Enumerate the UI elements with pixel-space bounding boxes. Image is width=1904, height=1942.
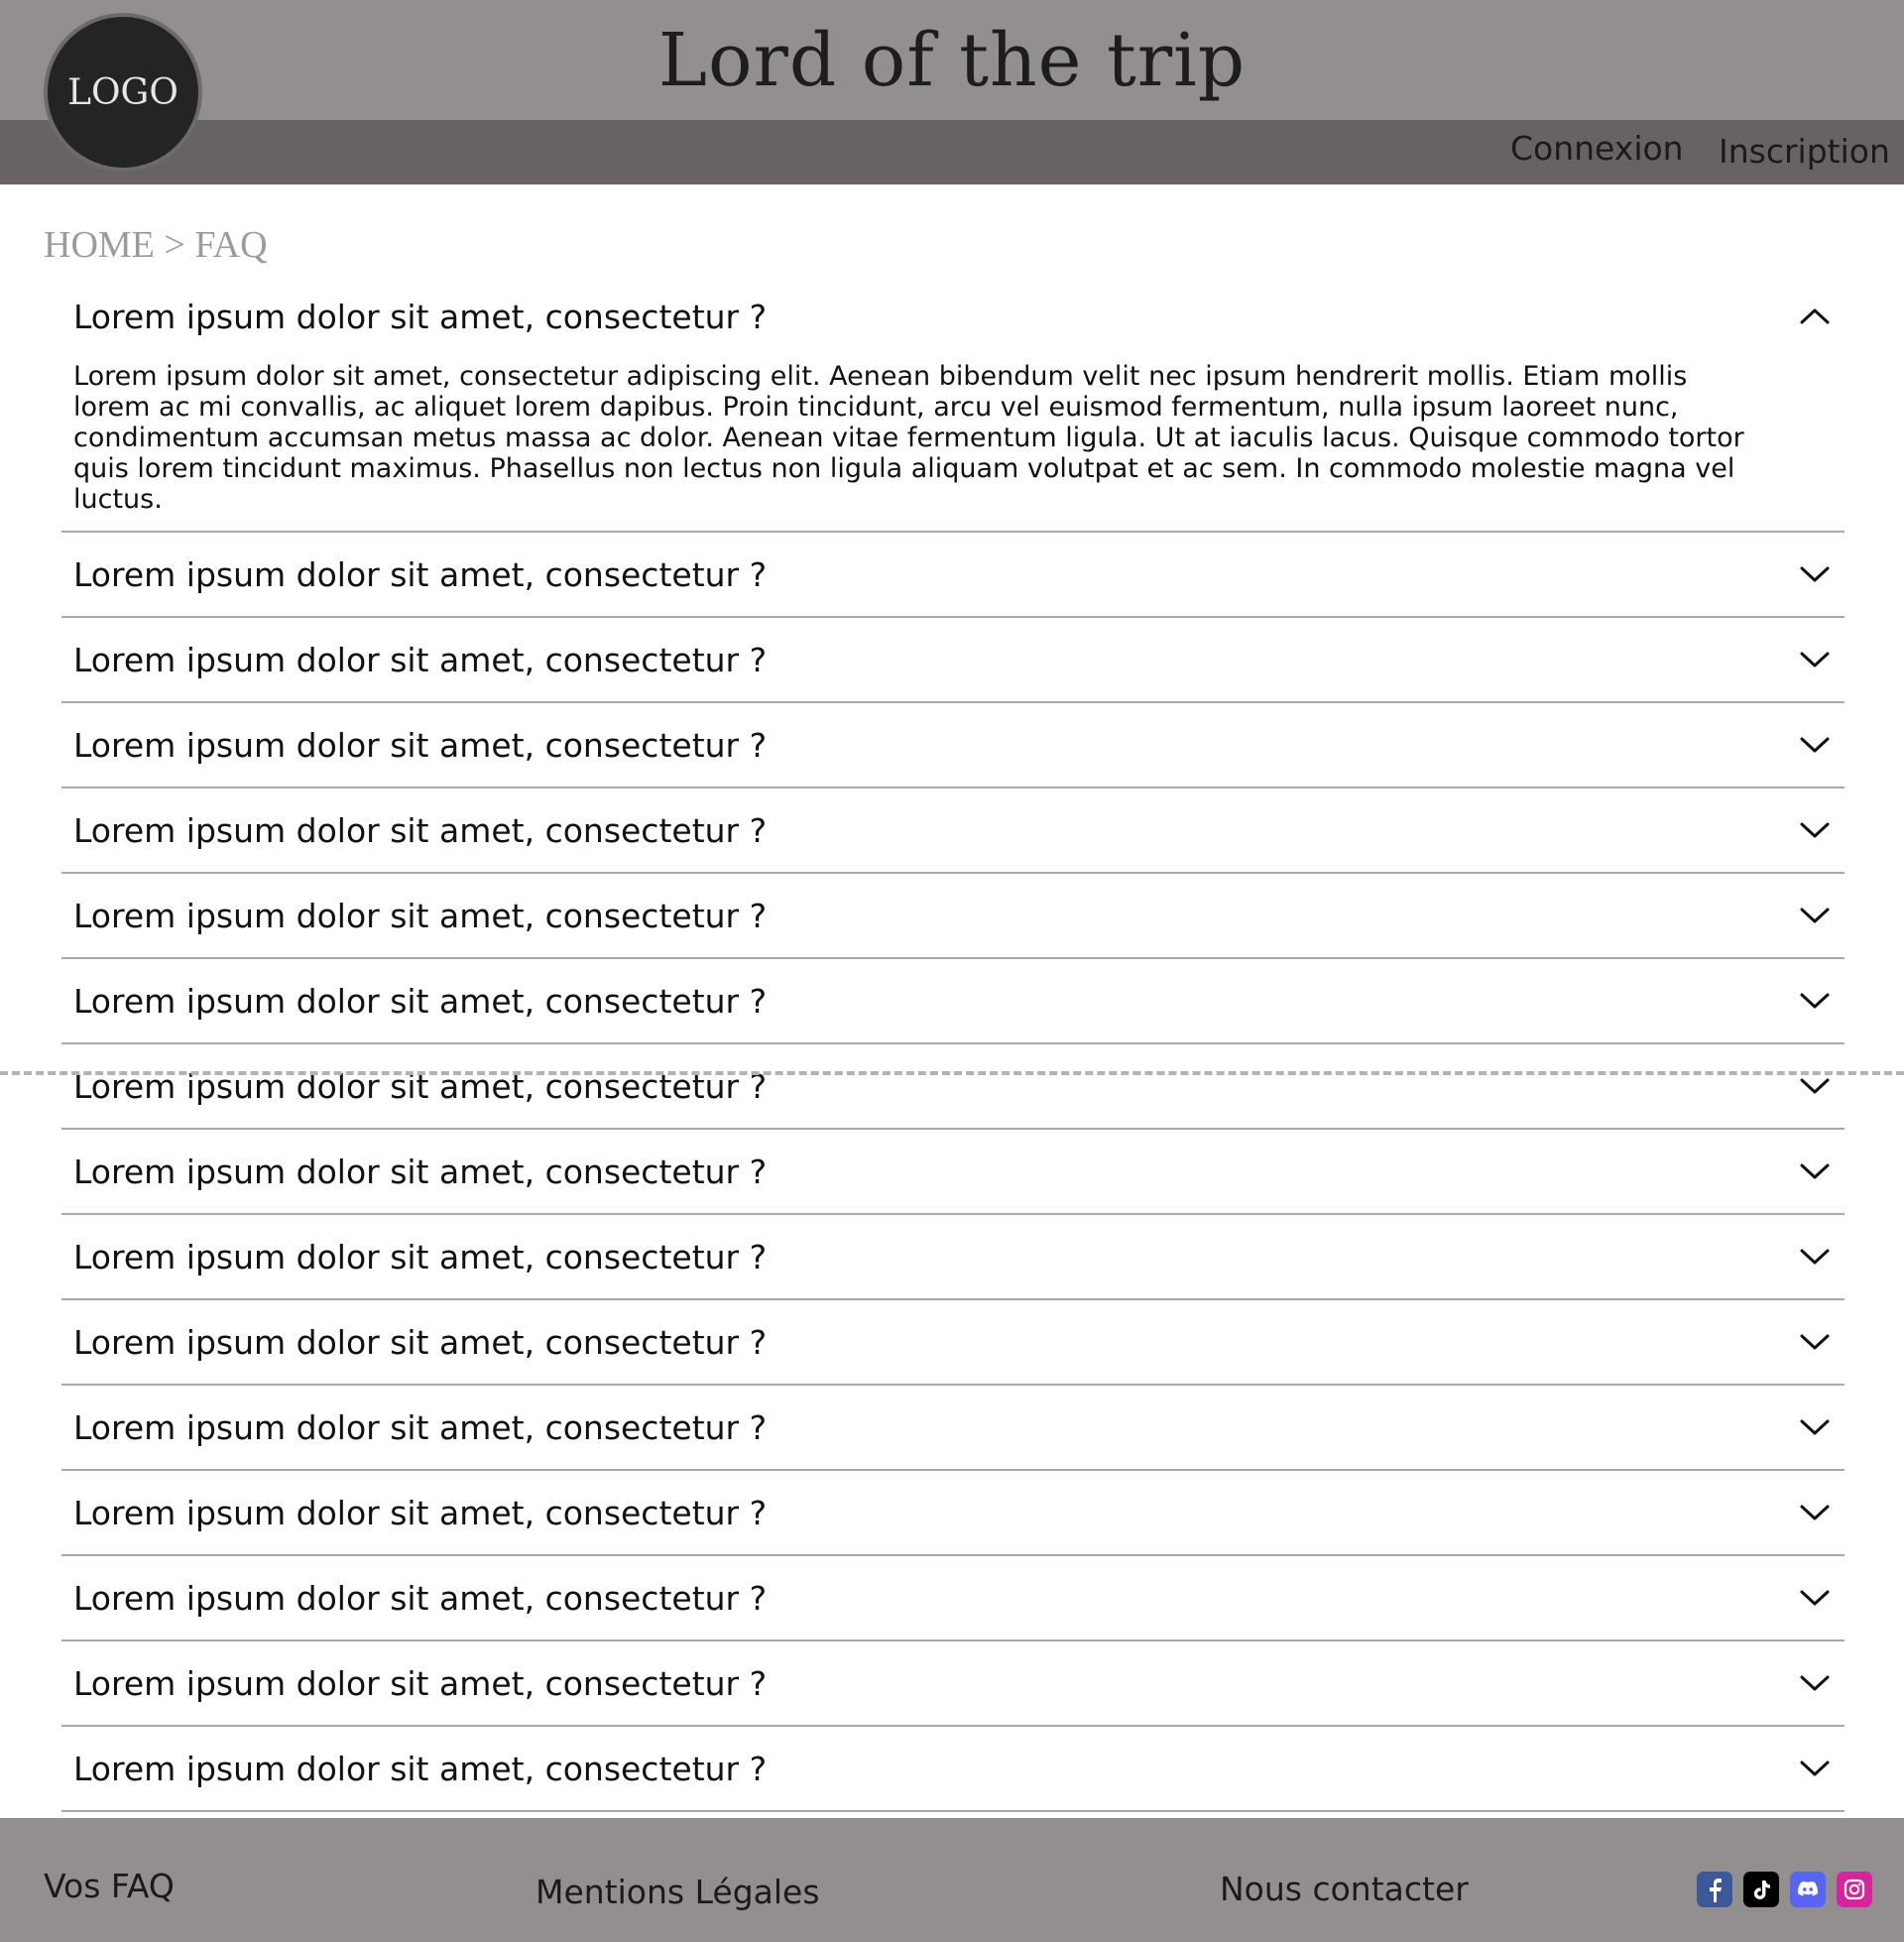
faq-item: Lorem ipsum dolor sit amet, consectetur … — [61, 618, 1844, 703]
faq-item: Lorem ipsum dolor sit amet, consectetur … — [61, 1215, 1844, 1300]
faq-question-row[interactable]: Lorem ipsum dolor sit amet, consectetur … — [61, 703, 1844, 787]
chevron-down-icon[interactable] — [1799, 1753, 1831, 1784]
faq-item: Lorem ipsum dolor sit amet, consectetur … — [61, 280, 1844, 533]
faq-question-row[interactable]: Lorem ipsum dolor sit amet, consectetur … — [61, 1300, 1844, 1384]
faq-question: Lorem ipsum dolor sit amet, consectetur … — [73, 297, 768, 336]
faq-question: Lorem ipsum dolor sit amet, consectetur … — [73, 1578, 768, 1618]
faq-question-row[interactable]: Lorem ipsum dolor sit amet, consectetur … — [61, 1641, 1844, 1725]
faq-item: Lorem ipsum dolor sit amet, consectetur … — [61, 703, 1844, 789]
faq-question-row[interactable]: Lorem ipsum dolor sit amet, consectetur … — [61, 1386, 1844, 1469]
facebook-icon[interactable] — [1697, 1872, 1732, 1907]
chevron-down-icon[interactable] — [1799, 558, 1831, 590]
footer — [0, 1818, 1904, 1942]
chevron-down-icon[interactable] — [1799, 1667, 1831, 1699]
faq-item: Lorem ipsum dolor sit amet, consectetur … — [61, 1130, 1844, 1215]
faq-list: Lorem ipsum dolor sit amet, consectetur … — [61, 280, 1844, 1897]
faq-question: Lorem ipsum dolor sit amet, consectetur … — [73, 1493, 768, 1532]
faq-item: Lorem ipsum dolor sit amet, consectetur … — [61, 789, 1844, 874]
faq-item: Lorem ipsum dolor sit amet, consectetur … — [61, 1727, 1844, 1812]
login-link[interactable]: Connexion — [1510, 129, 1684, 168]
footer-legal-link[interactable]: Mentions Légales — [536, 1873, 820, 1911]
faq-question-row[interactable]: Lorem ipsum dolor sit amet, consectetur … — [61, 874, 1844, 957]
faq-item: Lorem ipsum dolor sit amet, consectetur … — [61, 1641, 1844, 1727]
faq-item: Lorem ipsum dolor sit amet, consectetur … — [61, 533, 1844, 618]
faq-question: Lorem ipsum dolor sit amet, consectetur … — [73, 554, 768, 594]
faq-question: Lorem ipsum dolor sit amet, consectetur … — [73, 1322, 768, 1362]
chevron-down-icon[interactable] — [1799, 900, 1831, 931]
chevron-down-icon[interactable] — [1799, 644, 1831, 675]
faq-question: Lorem ipsum dolor sit amet, consectetur … — [73, 1749, 768, 1788]
signup-link[interactable]: Inscription — [1719, 132, 1890, 171]
faq-item: Lorem ipsum dolor sit amet, consectetur … — [61, 1556, 1844, 1641]
discord-icon[interactable] — [1790, 1872, 1826, 1907]
chevron-down-icon[interactable] — [1799, 985, 1831, 1017]
faq-question: Lorem ipsum dolor sit amet, consectetur … — [73, 1152, 768, 1191]
faq-item: Lorem ipsum dolor sit amet, consectetur … — [61, 1471, 1844, 1556]
faq-question-row[interactable]: Lorem ipsum dolor sit amet, consectetur … — [61, 1471, 1844, 1554]
faq-item: Lorem ipsum dolor sit amet, consectetur … — [61, 1386, 1844, 1471]
faq-answer: Lorem ipsum dolor sit amet, consectetur … — [73, 361, 1744, 515]
instagram-icon[interactable] — [1837, 1872, 1872, 1907]
faq-question-row[interactable]: Lorem ipsum dolor sit amet, consectetur … — [61, 618, 1844, 701]
site-title: Lord of the trip — [657, 18, 1247, 103]
faq-question-row[interactable]: Lorem ipsum dolor sit amet, consectetur … — [61, 959, 1844, 1042]
faq-question-row[interactable]: Lorem ipsum dolor sit amet, consectetur … — [61, 1130, 1844, 1213]
logo[interactable]: LOGO — [44, 13, 202, 172]
chevron-down-icon[interactable] — [1799, 1241, 1831, 1273]
faq-question: Lorem ipsum dolor sit amet, consectetur … — [73, 1407, 768, 1447]
footer-faq-link[interactable]: Vos FAQ — [44, 1867, 175, 1905]
faq-item: Lorem ipsum dolor sit amet, consectetur … — [61, 1044, 1844, 1130]
faq-question-row[interactable]: Lorem ipsum dolor sit amet, consectetur … — [61, 1556, 1844, 1639]
faq-question: Lorem ipsum dolor sit amet, consectetur … — [73, 725, 768, 765]
faq-item: Lorem ipsum dolor sit amet, consectetur … — [61, 874, 1844, 959]
faq-question: Lorem ipsum dolor sit amet, consectetur … — [73, 640, 768, 679]
faq-question: Lorem ipsum dolor sit amet, consectetur … — [73, 1237, 768, 1276]
logo-text: LOGO — [67, 71, 178, 113]
tiktok-icon[interactable] — [1743, 1872, 1779, 1907]
faq-question: Lorem ipsum dolor sit amet, consectetur … — [73, 1663, 768, 1703]
chevron-down-icon[interactable] — [1799, 814, 1831, 846]
footer-contact-link[interactable]: Nous contacter — [1220, 1870, 1469, 1908]
breadcrumb[interactable]: HOME > FAQ — [44, 223, 268, 267]
faq-item: Lorem ipsum dolor sit amet, consectetur … — [61, 1300, 1844, 1386]
faq-question-row[interactable]: Lorem ipsum dolor sit amet, consectetur … — [61, 280, 1844, 353]
chevron-down-icon[interactable] — [1799, 1155, 1831, 1187]
chevron-down-icon[interactable] — [1799, 1411, 1831, 1443]
faq-question-row[interactable]: Lorem ipsum dolor sit amet, consectetur … — [61, 1727, 1844, 1810]
faq-question: Lorem ipsum dolor sit amet, consectetur … — [73, 981, 768, 1021]
chevron-down-icon[interactable] — [1799, 1497, 1831, 1528]
fold-divider — [0, 1071, 1904, 1075]
chevron-down-icon[interactable] — [1799, 729, 1831, 761]
faq-question-row[interactable]: Lorem ipsum dolor sit amet, consectetur … — [61, 789, 1844, 872]
faq-question: Lorem ipsum dolor sit amet, consectetur … — [73, 810, 768, 850]
chevron-down-icon[interactable] — [1799, 1582, 1831, 1614]
faq-item: Lorem ipsum dolor sit amet, consectetur … — [61, 959, 1844, 1044]
faq-question-row[interactable]: Lorem ipsum dolor sit amet, consectetur … — [61, 1215, 1844, 1298]
faq-question: Lorem ipsum dolor sit amet, consectetur … — [73, 896, 768, 935]
faq-question-row[interactable]: Lorem ipsum dolor sit amet, consectetur … — [61, 533, 1844, 616]
chevron-down-icon[interactable] — [1799, 1326, 1831, 1358]
chevron-up-icon[interactable] — [1799, 301, 1831, 332]
faq-question-row[interactable]: Lorem ipsum dolor sit amet, consectetur … — [61, 1044, 1844, 1128]
